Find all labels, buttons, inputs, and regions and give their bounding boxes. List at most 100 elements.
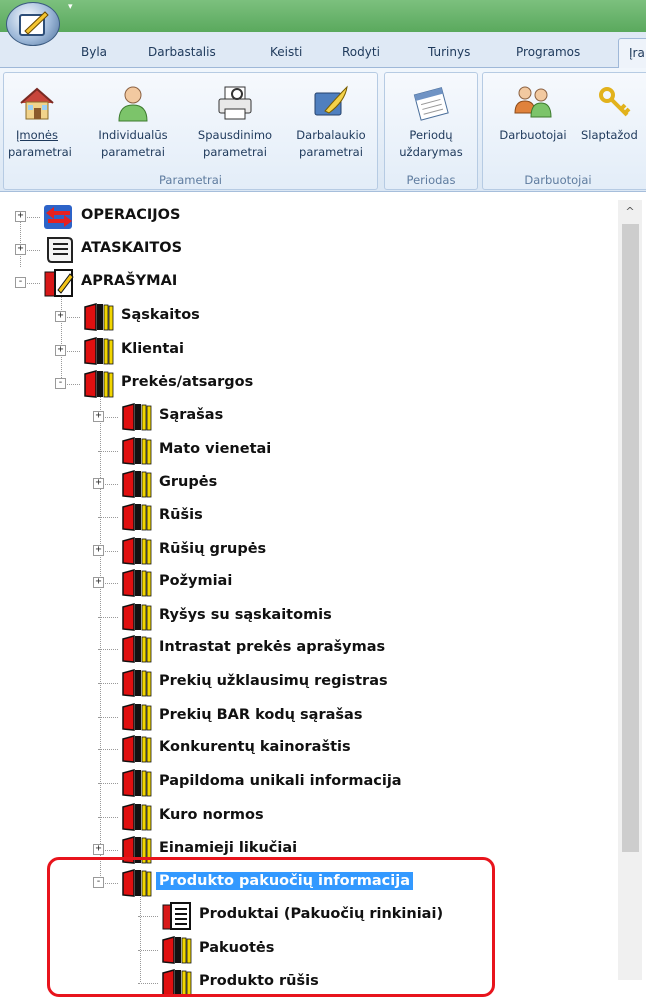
operations-arrows-icon bbox=[42, 202, 76, 232]
group-darbuotojai: Darbuotojai Slaptažod Darbuotojai bbox=[482, 72, 646, 190]
tree-connector-line bbox=[98, 817, 118, 818]
tree-item-label: Mato vienetai bbox=[159, 441, 272, 457]
imones-label: Įmonės bbox=[16, 128, 58, 142]
book-folder-icon bbox=[82, 369, 116, 399]
tab-programos[interactable]: Programos bbox=[516, 45, 580, 59]
tree-item-label: Prekių užklausimų registras bbox=[159, 673, 388, 689]
desktop-feather-icon bbox=[288, 79, 374, 127]
group-label-periodas: Periodas bbox=[406, 173, 456, 187]
individualus-label-2: parametrai bbox=[101, 145, 165, 159]
tree-item-label: Rūšis bbox=[159, 507, 203, 523]
group-parametrai: Įmonės parametrai Individualūs parametra… bbox=[3, 72, 378, 190]
tree-item-label: Intrastat prekės aprašymas bbox=[159, 639, 386, 655]
vertical-scrollbar[interactable]: ^ bbox=[618, 200, 642, 980]
darbuotojai-button[interactable]: Darbuotojai bbox=[487, 79, 579, 144]
expand-plus-icon[interactable]: + bbox=[93, 478, 104, 489]
tree-item-label: Kuro normos bbox=[159, 807, 264, 823]
book-folder-icon bbox=[120, 634, 154, 664]
darbalaukio-label-2: parametrai bbox=[299, 145, 363, 159]
tree-connector-line bbox=[98, 451, 118, 452]
tree-item-label: Prekių BAR kodų sąrašas bbox=[159, 707, 363, 723]
house-icon bbox=[8, 79, 66, 127]
individualus-parametrai-button[interactable]: Individualūs parametrai bbox=[90, 79, 176, 161]
darbalaukio-label: Darbalaukio bbox=[296, 128, 366, 142]
expand-plus-icon[interactable]: + bbox=[93, 545, 104, 556]
calendar-icon bbox=[389, 79, 473, 127]
tree-item-label: Einamieji likučiai bbox=[159, 840, 298, 856]
tree-item-label: Grupės bbox=[159, 474, 218, 490]
app-logo-icon[interactable] bbox=[6, 2, 60, 46]
quick-access-dropdown-icon[interactable]: ▾ bbox=[68, 2, 73, 12]
tab-rodyti[interactable]: Rodyti bbox=[342, 45, 380, 59]
book-folder-icon bbox=[120, 802, 154, 832]
tree-connector-line bbox=[98, 717, 118, 718]
individualus-label: Individualūs bbox=[98, 128, 168, 142]
book-folder-icon bbox=[120, 602, 154, 632]
collapse-minus-icon[interactable]: - bbox=[15, 277, 26, 288]
expand-plus-icon[interactable]: + bbox=[55, 311, 66, 322]
tab-irankiai[interactable]: Įra bbox=[618, 38, 646, 69]
expand-plus-icon[interactable]: + bbox=[15, 211, 26, 222]
periodu-uzdarymas-button[interactable]: Periodų uždarymas bbox=[389, 79, 473, 161]
collapse-minus-icon[interactable]: - bbox=[55, 378, 66, 389]
keys-icon bbox=[581, 79, 646, 127]
expand-plus-icon[interactable]: + bbox=[15, 244, 26, 255]
periodu-label-2: uždarymas bbox=[399, 145, 463, 159]
book-folder-icon bbox=[120, 536, 154, 566]
tree-item-label: Rūšių grupės bbox=[159, 541, 267, 557]
periodu-label: Periodų bbox=[409, 128, 453, 142]
darbalaukio-parametrai-button[interactable]: Darbalaukio parametrai bbox=[288, 79, 374, 161]
book-folder-icon bbox=[82, 302, 116, 332]
reports-scroll-icon bbox=[42, 235, 76, 265]
tab-byla[interactable]: Byla bbox=[81, 45, 107, 59]
tree-item-label: Sąskaitos bbox=[121, 307, 200, 323]
expand-plus-icon[interactable]: + bbox=[93, 844, 104, 855]
title-bar: ▾ bbox=[0, 0, 646, 32]
scroll-up-arrow-icon[interactable]: ^ bbox=[618, 200, 642, 222]
expand-plus-icon[interactable]: + bbox=[93, 411, 104, 422]
book-folder-icon bbox=[82, 336, 116, 366]
tree-connector-line bbox=[98, 749, 118, 750]
spausdinimo-label: Spausdinimo bbox=[197, 128, 273, 142]
darbuotojai-label: Darbuotojai bbox=[499, 128, 567, 142]
imones-label-2: parametrai bbox=[8, 145, 72, 159]
tree-item-label: Požymiai bbox=[159, 573, 233, 589]
tree-item-label: Konkurentų kainoraštis bbox=[159, 739, 351, 755]
book-folder-icon bbox=[120, 702, 154, 732]
slaptazodziai-button[interactable]: Slaptažod bbox=[581, 79, 646, 144]
spausdinimo-parametrai-button[interactable]: Spausdinimo parametrai bbox=[192, 79, 278, 161]
highlight-annotation bbox=[47, 857, 495, 997]
tree-item-label: Ryšys su sąskaitomis bbox=[159, 607, 332, 623]
tree-connector-line bbox=[98, 617, 118, 618]
book-folder-icon bbox=[120, 469, 154, 499]
tab-keisti[interactable]: Keisti bbox=[270, 45, 302, 59]
slaptazodziai-label: Slaptažod bbox=[581, 128, 638, 142]
tree-connector-line bbox=[98, 517, 118, 518]
tree-item-label: Prekės/atsargos bbox=[121, 374, 254, 390]
ribbon-panel: Įmonės parametrai Individualūs parametra… bbox=[0, 68, 646, 192]
tab-turinys[interactable]: Turinys bbox=[428, 45, 470, 59]
tree-item-label: OPERACIJOS bbox=[81, 207, 181, 223]
book-folder-icon bbox=[120, 768, 154, 798]
tab-darbastalis[interactable]: Darbastalis bbox=[148, 45, 216, 59]
imones-parametrai-button[interactable]: Įmonės parametrai bbox=[8, 79, 72, 161]
book-folder-icon bbox=[120, 568, 154, 598]
person-icon bbox=[90, 79, 176, 127]
tree-item-label: ATASKAITOS bbox=[81, 240, 183, 256]
group-label-parametrai: Parametrai bbox=[159, 173, 222, 187]
tree-item-label: Klientai bbox=[121, 341, 185, 357]
group-periodas: Periodų uždarymas Periodas bbox=[384, 72, 478, 190]
book-folder-icon bbox=[120, 402, 154, 432]
scroll-thumb[interactable] bbox=[622, 224, 639, 852]
printer-icon bbox=[192, 79, 278, 127]
descriptions-book-icon bbox=[42, 268, 76, 298]
tree-item-label: Sąrašas bbox=[159, 407, 224, 423]
ribbon-tab-bar: Byla Darbastalis Keisti Rodyti Turinys P… bbox=[0, 32, 646, 69]
book-folder-icon bbox=[120, 502, 154, 532]
tree-connector-line bbox=[98, 649, 118, 650]
book-folder-icon bbox=[120, 734, 154, 764]
group-label-darbuotojai: Darbuotojai bbox=[524, 173, 592, 187]
tree-connector-line bbox=[98, 783, 118, 784]
expand-plus-icon[interactable]: + bbox=[93, 577, 104, 588]
expand-plus-icon[interactable]: + bbox=[55, 345, 66, 356]
